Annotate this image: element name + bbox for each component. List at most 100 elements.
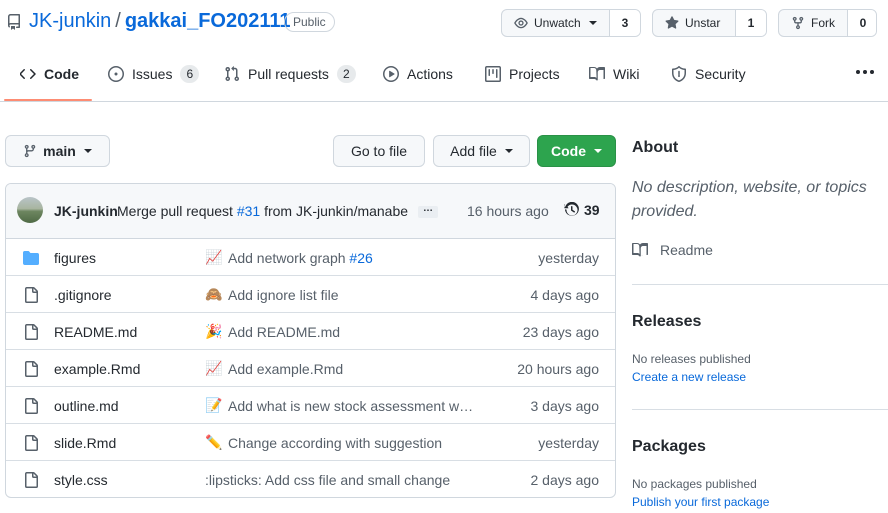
- tab-wiki[interactable]: Wiki: [589, 46, 639, 102]
- pencil-icon: ✏️: [205, 434, 223, 450]
- commit-author-link[interactable]: JK-junkin: [54, 203, 118, 219]
- party-popper-icon: 🎉: [205, 323, 223, 339]
- unstar-label: Unstar: [685, 16, 721, 30]
- expand-commit-message-button[interactable]: …: [418, 204, 438, 218]
- repo-title: JK-junkin / gakkai_FO202111: [29, 10, 291, 33]
- file-icon: [25, 287, 38, 303]
- repo-icon: [7, 14, 21, 30]
- watch-count[interactable]: 3: [610, 10, 640, 36]
- tab-pull-requests[interactable]: Pull requests 2: [224, 46, 356, 102]
- file-commit-message[interactable]: Add README.md: [228, 324, 480, 340]
- chevron-down-icon: [83, 149, 92, 153]
- repo-forked-icon: [792, 16, 804, 30]
- file-icon: [25, 398, 38, 414]
- file-commit-time: 20 hours ago: [517, 361, 599, 377]
- repo-owner-link[interactable]: JK-junkin: [29, 10, 111, 32]
- commit-message-prefix: Merge pull request: [117, 203, 233, 219]
- add-file-button[interactable]: Add file: [433, 135, 530, 167]
- project-icon: [485, 66, 501, 82]
- fork-label: Fork: [811, 16, 835, 30]
- packages-heading[interactable]: Packages: [632, 438, 706, 456]
- branch-select-button[interactable]: main: [5, 135, 110, 167]
- file-name[interactable]: slide.Rmd: [54, 435, 116, 451]
- issues-counter: 6: [180, 65, 200, 83]
- file-name[interactable]: example.Rmd: [54, 361, 140, 377]
- publish-package-link[interactable]: Publish your first package: [632, 495, 769, 509]
- file-commit-message[interactable]: :lipsticks: Add css file and small chang…: [205, 472, 485, 488]
- file-row[interactable]: .gitignore 🙈 Add ignore list file 4 days…: [6, 276, 615, 313]
- star-count[interactable]: 1: [736, 10, 766, 36]
- code-dropdown-button[interactable]: Code: [537, 135, 616, 167]
- tab-actions[interactable]: Actions: [383, 46, 453, 102]
- file-icon: [25, 472, 38, 488]
- tab-code[interactable]: Code: [20, 46, 79, 102]
- file-commit-time: 3 days ago: [530, 398, 600, 414]
- file-name[interactable]: style.css: [54, 472, 108, 488]
- play-icon: [383, 66, 399, 82]
- file-browser: JK-junkin Merge pull request #31 from JK…: [5, 183, 616, 498]
- packages-empty-text: No packages published: [632, 477, 757, 491]
- commit-time[interactable]: 16 hours ago: [467, 203, 549, 219]
- fork-button[interactable]: Fork: [779, 10, 848, 36]
- tab-issues[interactable]: Issues 6: [108, 46, 200, 102]
- file-name[interactable]: .gitignore: [54, 287, 112, 303]
- avatar[interactable]: [17, 197, 43, 223]
- releases-heading[interactable]: Releases: [632, 313, 701, 331]
- tab-pull-requests-label: Pull requests: [248, 66, 329, 82]
- file-name[interactable]: figures: [54, 250, 96, 266]
- tab-projects-label: Projects: [509, 66, 560, 82]
- file-name[interactable]: README.md: [54, 324, 137, 340]
- repo-tab-nav: Code Issues 6 Pull requests 2 Actions Pr…: [0, 46, 888, 102]
- file-row[interactable]: slide.Rmd ✏️ Change according with sugge…: [6, 424, 615, 461]
- file-row[interactable]: outline.md 📝 Add what is new stock asses…: [6, 387, 615, 424]
- chevron-down-icon: [504, 149, 513, 153]
- create-release-link[interactable]: Create a new release: [632, 370, 746, 384]
- tab-code-label: Code: [44, 66, 79, 82]
- tab-actions-label: Actions: [407, 66, 453, 82]
- file-commit-message[interactable]: Add network graph #26: [228, 250, 480, 266]
- file-commit-message[interactable]: Add example.Rmd: [228, 361, 480, 377]
- pull-request-icon: [225, 66, 239, 82]
- releases-empty-text: No releases published: [632, 352, 751, 366]
- book-icon: [589, 67, 605, 81]
- file-row[interactable]: style.css :lipsticks: Add css file and s…: [6, 461, 615, 497]
- branch-name: main: [43, 143, 76, 159]
- file-commit-message[interactable]: Add what is new stock assessment wor…: [228, 398, 480, 414]
- file-row[interactable]: README.md 🎉 Add README.md 23 days ago: [6, 313, 615, 350]
- readme-link[interactable]: Readme: [632, 242, 713, 258]
- watch-button-group: Unwatch 3: [501, 9, 641, 37]
- about-heading: About: [632, 139, 679, 156]
- repo-path-separator: /: [115, 10, 121, 32]
- file-commit-time: yesterday: [538, 435, 599, 451]
- file-icon: [25, 435, 38, 451]
- file-row[interactable]: figures 📈 Add network graph #26 yesterda…: [6, 239, 615, 276]
- history-icon: [564, 202, 579, 216]
- file-commit-message[interactable]: Add ignore list file: [228, 287, 480, 303]
- repo-name-link[interactable]: gakkai_FO202111: [125, 10, 291, 32]
- memo-icon: 📝: [205, 397, 223, 413]
- file-commit-text: Add network graph: [228, 250, 346, 266]
- file-row[interactable]: example.Rmd 📈 Add example.Rmd 20 hours a…: [6, 350, 615, 387]
- star-fill-icon: [665, 16, 679, 29]
- file-commit-time: 23 days ago: [522, 324, 599, 340]
- tab-projects[interactable]: Projects: [485, 46, 560, 102]
- file-icon: [25, 361, 38, 377]
- fork-count[interactable]: 0: [848, 10, 876, 36]
- file-commit-message[interactable]: Change according with suggestion: [228, 435, 480, 451]
- commit-history-link[interactable]: 39: [564, 202, 600, 218]
- chart-increasing-icon: 📈: [205, 360, 223, 376]
- unstar-button[interactable]: Unstar: [653, 10, 736, 36]
- issue-icon: [108, 66, 124, 82]
- watch-button[interactable]: Unwatch: [502, 10, 610, 36]
- tab-security[interactable]: Security: [671, 46, 746, 102]
- folder-icon: [23, 251, 39, 265]
- more-tabs-icon[interactable]: [856, 70, 874, 74]
- commit-count: 39: [584, 202, 600, 218]
- commit-pr-link[interactable]: #31: [237, 203, 260, 219]
- active-tab-indicator: [4, 99, 92, 101]
- go-to-file-button[interactable]: Go to file: [333, 135, 425, 167]
- commit-message[interactable]: Merge pull request #31 from JK-junkin/ma…: [117, 203, 408, 219]
- tab-wiki-label: Wiki: [613, 66, 640, 82]
- file-name[interactable]: outline.md: [54, 398, 119, 414]
- file-commit-pr-link[interactable]: #26: [349, 250, 372, 266]
